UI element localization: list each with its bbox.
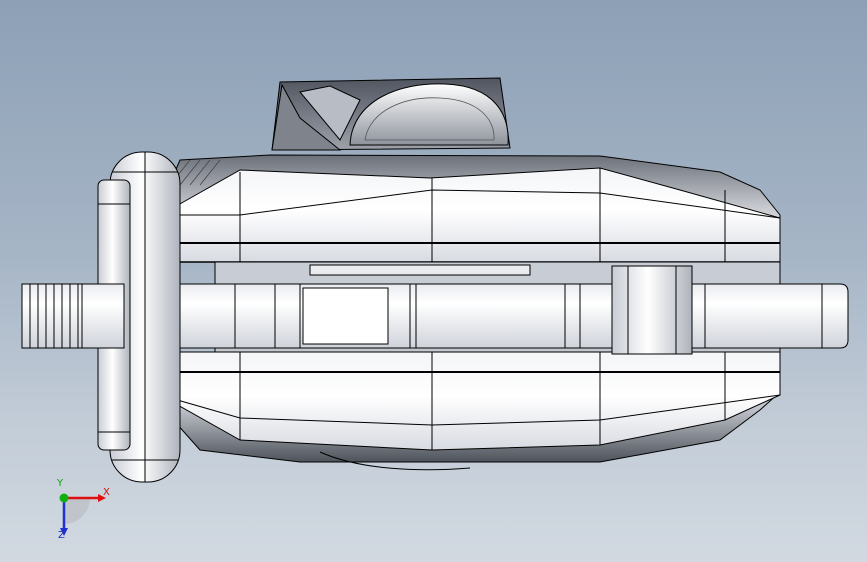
y-axis-label: Y [57,478,64,489]
triad-plane-shade [64,498,90,524]
hinge-pin[interactable] [81,151,181,483]
x-axis-label: X [103,487,110,498]
graphics-viewport[interactable]: X Y Z [0,0,867,562]
upper-housing[interactable] [151,154,781,263]
cad-model[interactable] [0,0,867,562]
top-bracket[interactable] [271,77,511,151]
vertical-post[interactable] [611,265,693,355]
y-axis-dot [59,493,69,503]
lower-housing[interactable] [151,351,781,471]
coordinate-triad: X Y Z [40,478,120,550]
z-axis-label: Z [58,530,65,541]
